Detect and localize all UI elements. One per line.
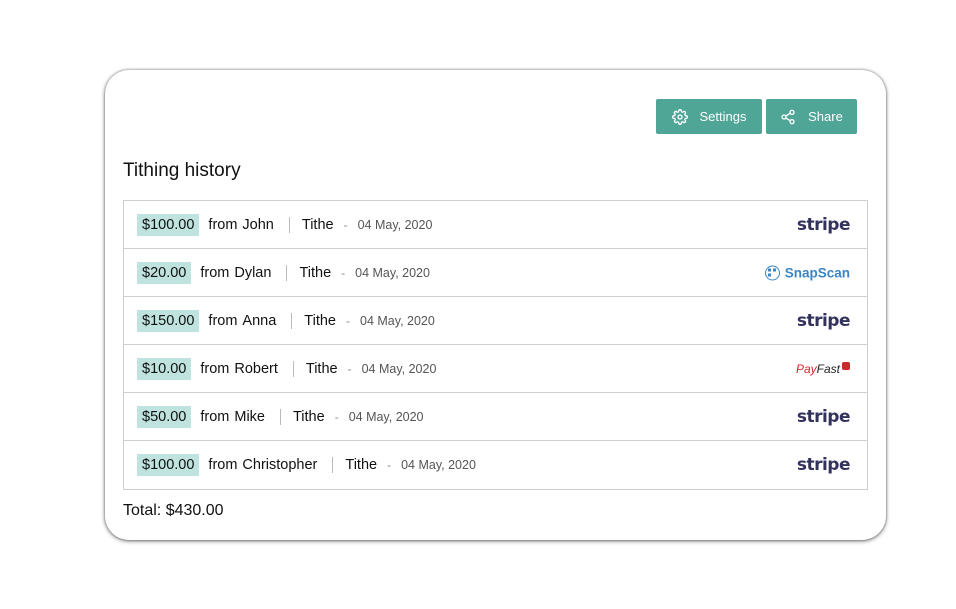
donor: from Anna bbox=[208, 313, 276, 329]
payment-date: 04 May, 2020 bbox=[360, 313, 435, 328]
stripe-logo-text: stripe bbox=[796, 455, 851, 475]
list-item: $100.00 from Christopher Tithe - 04 May, … bbox=[124, 441, 867, 489]
stripe-logo: stripe bbox=[796, 214, 851, 235]
donor-name: Christopher bbox=[242, 457, 318, 473]
from-label: from bbox=[208, 312, 238, 329]
stripe-logo-text: stripe bbox=[796, 406, 851, 427]
donor-name: John bbox=[242, 216, 274, 233]
total-amount: Total: $430.00 bbox=[123, 502, 224, 519]
divider bbox=[332, 457, 334, 473]
payment-type: Tithe bbox=[299, 264, 332, 281]
from-label: from bbox=[200, 408, 230, 425]
payfast-logo: Pay Fast bbox=[795, 361, 850, 376]
payment-date: 04 May, 2020 bbox=[355, 265, 430, 280]
tithing-card: Settings Share Tithing history $100.00 f… bbox=[105, 70, 886, 540]
page-title: Tithing history bbox=[123, 160, 241, 181]
from-label: from bbox=[208, 457, 238, 473]
from-label: from bbox=[208, 216, 238, 233]
dash-separator: - bbox=[346, 313, 350, 328]
settings-button[interactable]: Settings bbox=[656, 99, 762, 134]
list-item: $20.00 from Dylan Tithe - 04 May, 2020 S… bbox=[124, 249, 867, 297]
donor-name: Robert bbox=[234, 360, 278, 377]
snapscan-logo-text: SnapScan bbox=[784, 265, 850, 280]
dash-separator: - bbox=[347, 361, 352, 376]
divider bbox=[288, 216, 290, 233]
share-icon bbox=[780, 109, 796, 125]
donor-name: Anna bbox=[242, 312, 277, 329]
list-item: $50.00 from Mike Tithe - 04 May, 2020 str… bbox=[124, 393, 867, 441]
payment-type: Tithe bbox=[305, 360, 338, 377]
donor: from Robert bbox=[200, 361, 278, 377]
donor: from Christopher bbox=[208, 457, 317, 473]
stripe-logo: stripe bbox=[796, 455, 851, 475]
dash-separator: - bbox=[334, 409, 339, 424]
donor-name: Dylan bbox=[234, 264, 272, 281]
tithing-list: $100.00 from John Tithe - 04 May, 2020 st… bbox=[123, 200, 868, 490]
payment-type: Tithe bbox=[345, 457, 378, 473]
stripe-logo-text: stripe bbox=[796, 214, 851, 235]
stripe-logo: stripe bbox=[796, 310, 851, 331]
list-item: $10.00 from Robert Tithe - 04 May, 2020 P… bbox=[124, 345, 867, 393]
snapscan-logo-mark: SnapScan bbox=[764, 265, 850, 280]
amount-badge: $100.00 bbox=[137, 213, 200, 236]
amount-badge: $50.00 bbox=[137, 405, 192, 428]
stripe-logo: stripe bbox=[796, 406, 851, 427]
gear-icon bbox=[671, 108, 688, 125]
donor: from John bbox=[208, 217, 273, 233]
amount-badge: $150.00 bbox=[137, 309, 200, 332]
amount-badge: $10.00 bbox=[137, 357, 192, 380]
share-button[interactable]: Share bbox=[766, 99, 857, 134]
from-label: from bbox=[200, 264, 230, 281]
snapscan-icon bbox=[764, 265, 780, 280]
amount-badge: $20.00 bbox=[137, 261, 192, 284]
payment-type: Tithe bbox=[301, 216, 334, 233]
dash-separator: - bbox=[343, 217, 348, 232]
payfast-icon bbox=[842, 361, 850, 370]
payfast-logo-fast: Fast bbox=[816, 361, 840, 376]
stripe-logo-text: stripe bbox=[796, 310, 851, 331]
divider bbox=[286, 264, 288, 281]
settings-button-label: Settings bbox=[699, 109, 747, 124]
payment-date: 04 May, 2020 bbox=[401, 458, 476, 472]
amount-badge: $100.00 bbox=[137, 454, 200, 476]
divider bbox=[292, 360, 294, 377]
share-button-label: Share bbox=[808, 109, 843, 124]
donor-name: Mike bbox=[234, 408, 265, 425]
payment-date: 04 May, 2020 bbox=[348, 409, 424, 424]
dash-separator: - bbox=[387, 458, 392, 472]
payment-type: Tithe bbox=[304, 312, 336, 329]
list-item: $100.00 from John Tithe - 04 May, 2020 st… bbox=[124, 201, 867, 249]
payfast-logo-mark: Pay Fast bbox=[795, 361, 850, 376]
divider bbox=[291, 312, 293, 329]
payment-type: Tithe bbox=[292, 408, 325, 425]
toolbar: Settings Share bbox=[656, 99, 857, 134]
donor: from Mike bbox=[200, 409, 265, 425]
payfast-logo-pay: Pay bbox=[795, 361, 817, 376]
dash-separator: - bbox=[341, 265, 346, 280]
donor: from Dylan bbox=[200, 265, 271, 281]
divider bbox=[279, 408, 281, 425]
list-item: $150.00 from Anna Tithe - 04 May, 2020 st… bbox=[124, 297, 867, 345]
snapscan-logo: SnapScan bbox=[764, 265, 850, 280]
from-label: from bbox=[200, 360, 230, 377]
payment-date: 04 May, 2020 bbox=[361, 361, 437, 376]
payment-date: 04 May, 2020 bbox=[357, 217, 433, 232]
